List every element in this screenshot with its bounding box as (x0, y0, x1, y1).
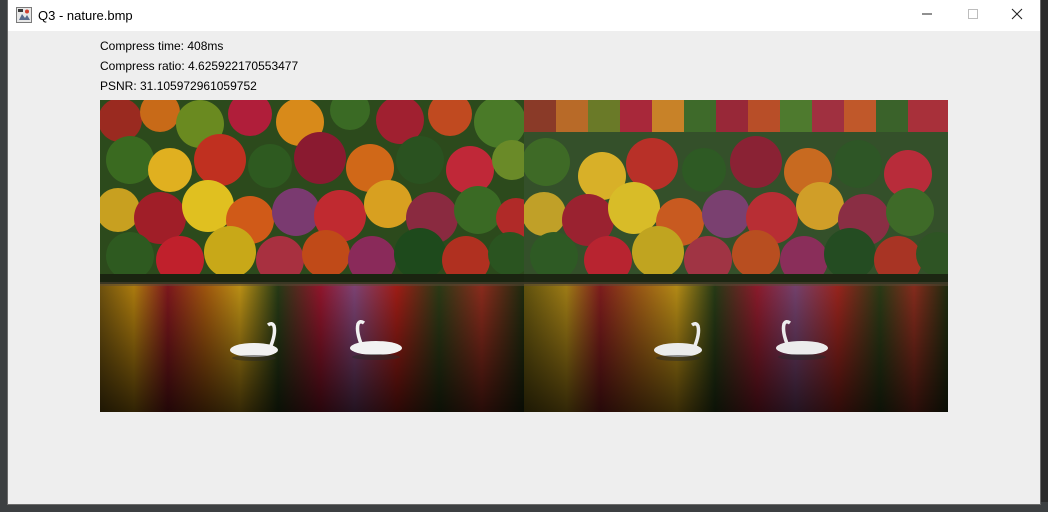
compress-time-label: Compress time: 408ms (100, 39, 224, 53)
close-icon (1011, 8, 1023, 24)
minimize-icon (921, 8, 933, 24)
background-ide-left-edge (0, 0, 8, 512)
compress-ratio-label: Compress ratio: 4.625922170553477 (100, 59, 299, 73)
window-title: Q3 - nature.bmp (38, 8, 133, 23)
app-window: Q3 - nature.bmp Compress time: 408ms Com… (8, 0, 1040, 504)
compressed-autumn-lake-swans-image (524, 100, 948, 412)
minimize-button[interactable] (904, 0, 950, 31)
psnr-label: PSNR: 31.105972961059752 (100, 79, 257, 93)
title-bar[interactable]: Q3 - nature.bmp (8, 0, 1040, 31)
content-area: Compress time: 408ms Compress ratio: 4.6… (8, 31, 1040, 504)
maximize-icon (967, 8, 979, 24)
maximize-button[interactable] (950, 0, 996, 31)
original-autumn-lake-swans-image (100, 100, 524, 412)
java-app-icon (16, 7, 32, 23)
close-button[interactable] (994, 0, 1040, 31)
